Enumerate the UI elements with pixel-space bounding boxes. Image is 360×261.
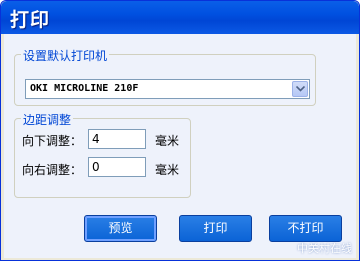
watermark-logo: 中关村在线 [297,242,352,255]
down-adjust-input[interactable] [88,129,146,149]
right-unit-label: 毫米 [155,163,180,177]
printer-select-value: OKI MICROLINE 210F [30,83,139,94]
print-button[interactable]: 打印 [179,215,252,242]
right-adjust-label: 向右调整： [22,163,83,177]
title-bar[interactable]: 打印 [1,1,359,34]
preview-button[interactable]: 预览 [84,215,157,242]
printer-select[interactable]: OKI MICROLINE 210F [25,79,310,99]
down-unit-label: 毫米 [155,134,180,148]
margin-group: 边距调整 向下调整： 毫米 向右调整： 毫米 [14,111,191,198]
no-print-button[interactable]: 不打印 [269,215,342,242]
printer-group-label: 设置默认打印机 [21,47,110,64]
chevron-down-icon [296,86,305,92]
dialog-body: 设置默认打印机 OKI MICROLINE 210F 边距调整 向下调整： 毫米… [4,34,356,258]
dropdown-arrow-button[interactable] [292,81,308,97]
printer-group: 设置默认打印机 OKI MICROLINE 210F [14,47,316,106]
print-dialog: 打印 设置默认打印机 OKI MICROLINE 210F 边距调整 向下调整：… [0,0,360,261]
window-title: 打印 [10,9,51,31]
margin-group-label: 边距调整 [21,111,74,128]
down-adjust-label: 向下调整： [22,134,83,148]
right-adjust-input[interactable] [88,157,146,177]
